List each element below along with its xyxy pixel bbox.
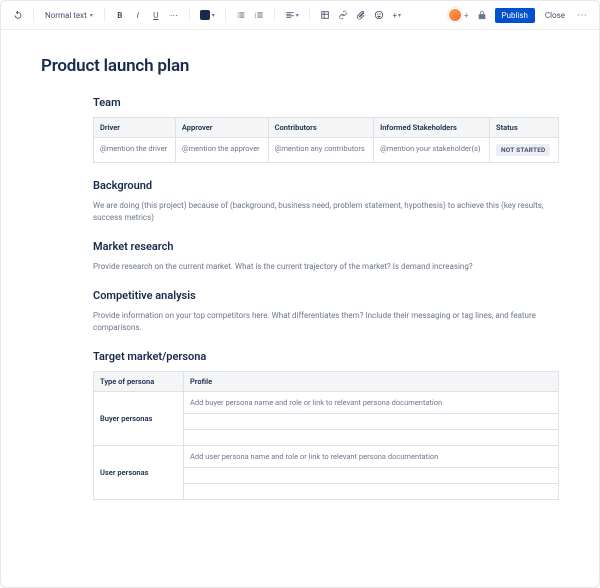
- td-persona-label[interactable]: Buyer personas: [94, 392, 184, 446]
- editor-page[interactable]: Product launch plan Team Driver Approver…: [1, 30, 599, 586]
- numbered-list-button[interactable]: [252, 7, 266, 23]
- chevron-down-icon: ▾: [212, 12, 215, 19]
- close-button[interactable]: Close: [541, 8, 569, 23]
- table-row: Type of persona Profile: [94, 372, 559, 392]
- th-persona-type[interactable]: Type of persona: [94, 372, 184, 392]
- status-badge[interactable]: NOT STARTED: [496, 144, 550, 156]
- link-button[interactable]: [336, 7, 350, 23]
- bold-button[interactable]: B: [113, 7, 127, 23]
- td-empty[interactable]: [184, 468, 559, 484]
- table-row: Driver Approver Contributors Informed St…: [94, 118, 559, 138]
- chevron-down-icon: ▾: [398, 12, 401, 19]
- text-color-button[interactable]: ▾: [198, 7, 217, 23]
- table-row: User personas Add user persona name and …: [94, 446, 559, 468]
- table-button[interactable]: [318, 7, 332, 23]
- td-driver[interactable]: @mention the driver: [94, 138, 176, 163]
- page-title[interactable]: Product launch plan: [41, 56, 559, 76]
- more-formatting-button[interactable]: ⋯: [167, 7, 181, 23]
- td-empty[interactable]: [184, 414, 559, 430]
- invite-user-button[interactable]: +: [464, 11, 469, 20]
- th-driver[interactable]: Driver: [94, 118, 176, 138]
- chevron-down-icon: ▾: [90, 12, 93, 19]
- section-heading-persona[interactable]: Target market/persona: [93, 350, 559, 363]
- section-heading-market[interactable]: Market research: [93, 240, 559, 253]
- attachment-button[interactable]: [354, 7, 368, 23]
- avatar[interactable]: [448, 8, 462, 22]
- td-persona-text[interactable]: Add buyer persona name and role or link …: [184, 392, 559, 414]
- th-stakeholders[interactable]: Informed Stakeholders: [374, 118, 490, 138]
- section-heading-background[interactable]: Background: [93, 179, 559, 192]
- section-heading-team[interactable]: Team: [93, 96, 559, 109]
- more-actions-button[interactable]: ⋯: [575, 10, 589, 21]
- text-style-label: Normal text: [45, 11, 87, 20]
- editor-toolbar: Normal text ▾ B I U ⋯ ▾ ▾ +▾ + Publish C…: [1, 1, 599, 30]
- td-persona-text[interactable]: Add user persona name and role or link t…: [184, 446, 559, 468]
- table-row: @mention the driver @mention the approve…: [94, 138, 559, 163]
- th-contributors[interactable]: Contributors: [268, 118, 373, 138]
- text-style-select[interactable]: Normal text ▾: [42, 11, 96, 20]
- color-swatch-icon: [200, 10, 210, 20]
- restrictions-button[interactable]: [475, 7, 489, 23]
- emoji-button[interactable]: [372, 7, 386, 23]
- body-text[interactable]: Provide information on your top competit…: [93, 310, 559, 334]
- td-contributors[interactable]: @mention any contributors: [268, 138, 373, 163]
- body-text[interactable]: We are doing (this project) because of (…: [93, 200, 559, 224]
- td-approver[interactable]: @mention the approver: [175, 138, 268, 163]
- undo-button[interactable]: [11, 7, 25, 23]
- td-persona-label[interactable]: User personas: [94, 446, 184, 500]
- th-persona-profile[interactable]: Profile: [184, 372, 559, 392]
- page-content[interactable]: Team Driver Approver Contributors Inform…: [93, 96, 559, 500]
- td-status[interactable]: NOT STARTED: [490, 138, 559, 163]
- bullet-list-button[interactable]: [234, 7, 248, 23]
- th-status[interactable]: Status: [490, 118, 559, 138]
- persona-table[interactable]: Type of persona Profile Buyer personas A…: [93, 371, 559, 500]
- team-table[interactable]: Driver Approver Contributors Informed St…: [93, 117, 559, 163]
- td-empty[interactable]: [184, 484, 559, 500]
- section-heading-competitive[interactable]: Competitive analysis: [93, 289, 559, 302]
- table-row: Buyer personas Add buyer persona name an…: [94, 392, 559, 414]
- th-approver[interactable]: Approver: [175, 118, 268, 138]
- publish-button[interactable]: Publish: [495, 8, 535, 23]
- td-stakeholders[interactable]: @mention your stakeholder(s): [374, 138, 490, 163]
- underline-button[interactable]: U: [149, 7, 163, 23]
- td-empty[interactable]: [184, 430, 559, 446]
- italic-button[interactable]: I: [131, 7, 145, 23]
- alignment-button[interactable]: ▾: [283, 7, 301, 23]
- body-text[interactable]: Provide research on the current market. …: [93, 261, 559, 273]
- chevron-down-icon: ▾: [296, 12, 299, 19]
- insert-more-button[interactable]: +▾: [390, 7, 404, 23]
